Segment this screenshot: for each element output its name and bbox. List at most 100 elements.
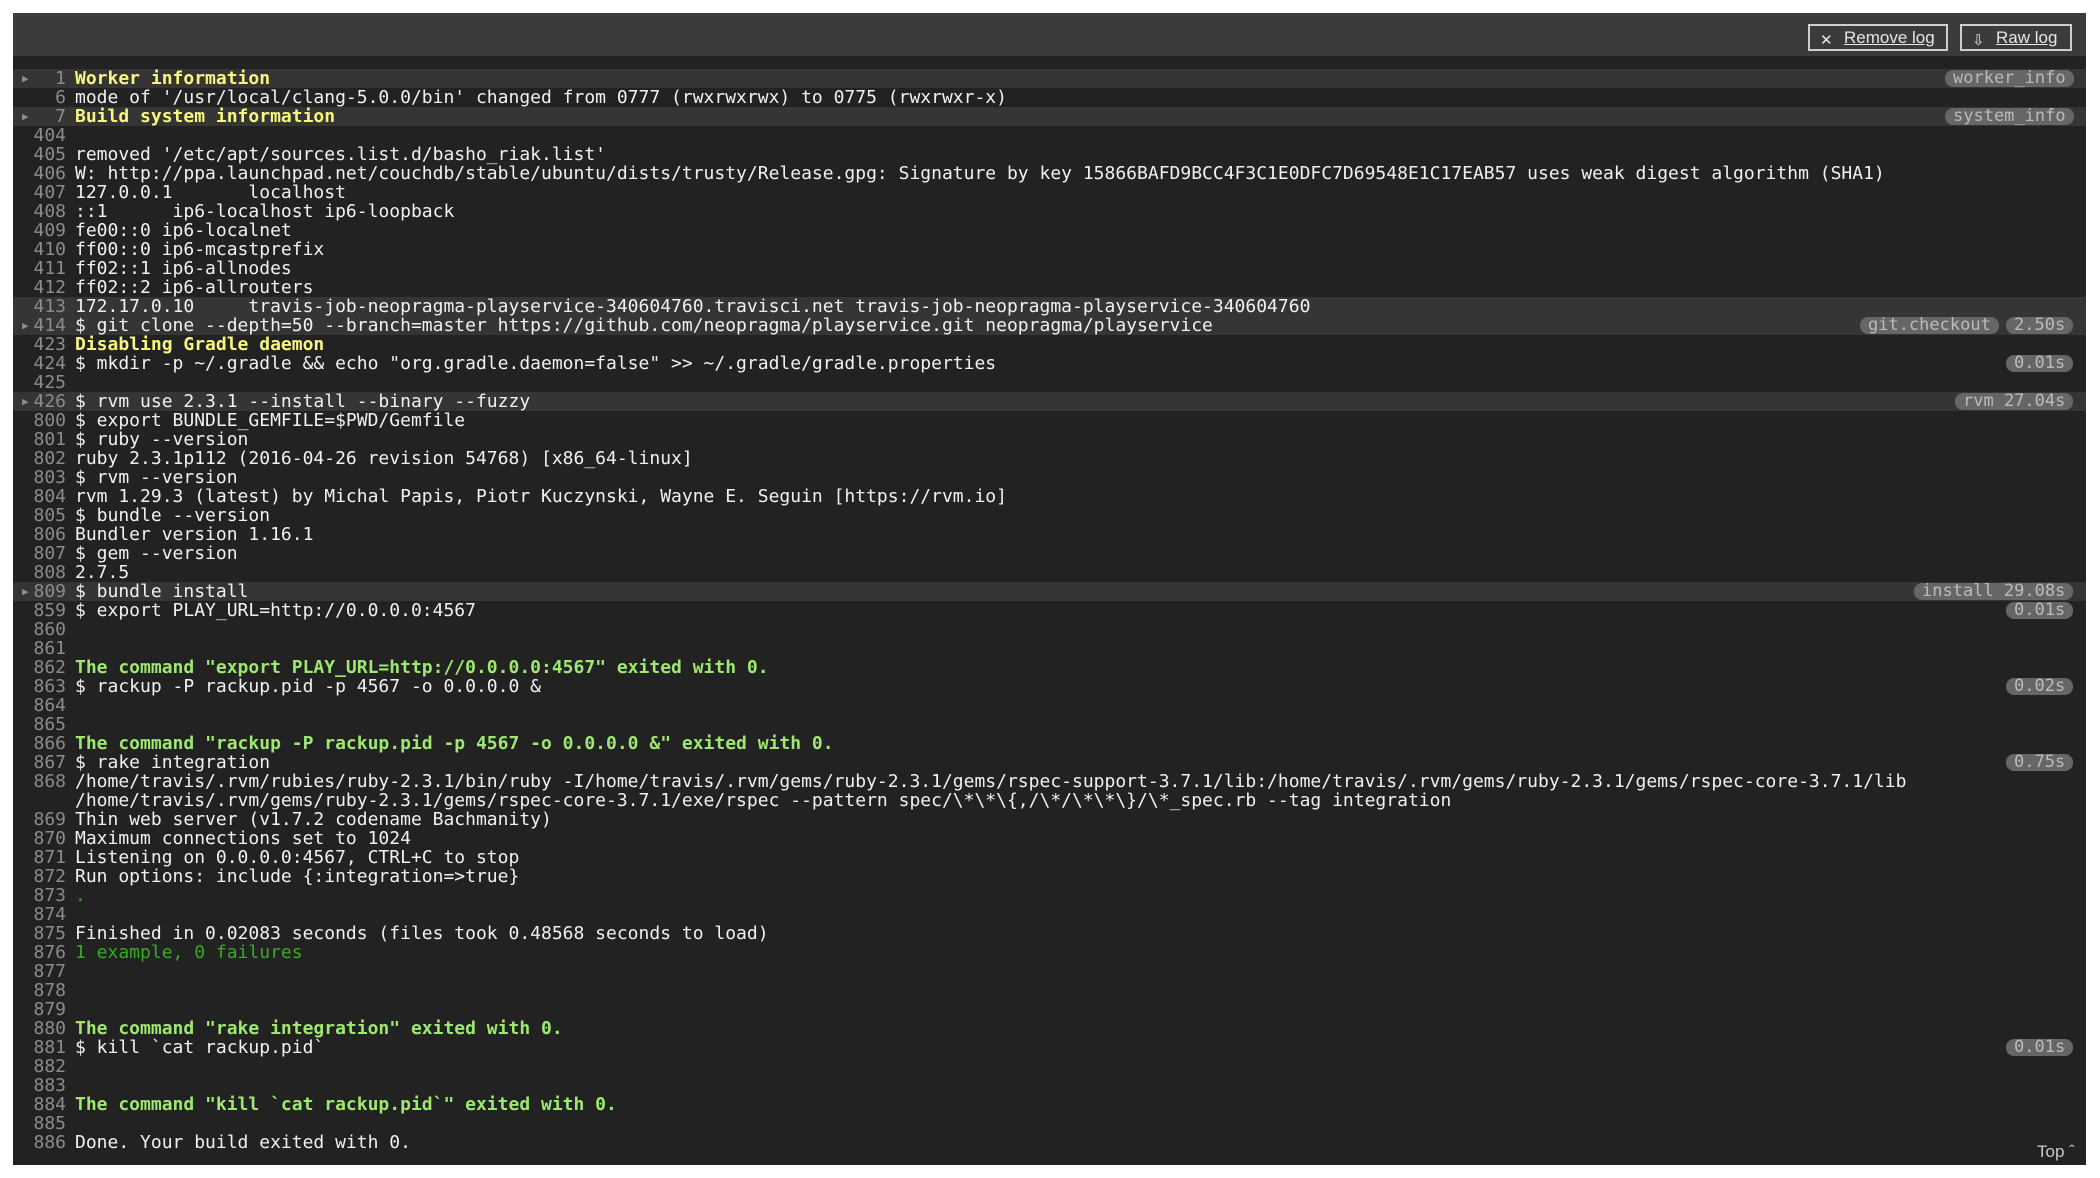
log-line[interactable]: 881 $ kill `cat rackup.pid` 0.01s: [13, 1038, 2086, 1057]
log-line[interactable]: 875 Finished in 0.02083 seconds (files to…: [13, 924, 2086, 943]
line-number[interactable]: 425: [13, 373, 66, 392]
line-number[interactable]: 871: [13, 848, 66, 867]
line-number[interactable]: 410: [13, 240, 66, 259]
log-line[interactable]: 882: [13, 1057, 2086, 1076]
line-number[interactable]: 809: [13, 582, 66, 601]
log-line[interactable]: 406 W: http://ppa.launchpad.net/couchdb/s…: [13, 164, 2086, 183]
line-number[interactable]: 878: [13, 981, 66, 1000]
line-number[interactable]: 879: [13, 1000, 66, 1019]
line-number[interactable]: 802: [13, 449, 66, 468]
line-number[interactable]: 864: [13, 696, 66, 715]
log-line[interactable]: 863 $ rackup -P rackup.pid -p 4567 -o 0.0…: [13, 677, 2086, 696]
line-number[interactable]: 424: [13, 354, 66, 373]
line-number[interactable]: 7: [13, 107, 66, 126]
log-line[interactable]: 801 $ ruby --version: [13, 430, 2086, 449]
log-line[interactable]: 804 rvm 1.29.3 (latest) by Michal Papis, …: [13, 487, 2086, 506]
log-line[interactable]: 800 $ export BUNDLE_GEMFILE=$PWD/Gemfile: [13, 411, 2086, 430]
log-line[interactable]: 879: [13, 1000, 2086, 1019]
log-line[interactable]: 886 Done. Your build exited with 0.: [13, 1133, 2086, 1152]
line-number[interactable]: 886: [13, 1133, 66, 1152]
log-line[interactable]: 425: [13, 373, 2086, 392]
line-number[interactable]: 884: [13, 1095, 66, 1114]
line-number[interactable]: 805: [13, 506, 66, 525]
log-line[interactable]: 873.: [13, 886, 2086, 905]
line-number[interactable]: 807: [13, 544, 66, 563]
line-number[interactable]: 873: [13, 886, 66, 905]
log-line[interactable]: 405 removed '/etc/apt/sources.list.d/bash…: [13, 145, 2086, 164]
line-number[interactable]: 877: [13, 962, 66, 981]
log-line[interactable]: 413 172.17.0.10 travis-job-neopragma-play…: [13, 297, 2086, 316]
line-number[interactable]: 867: [13, 753, 66, 772]
log-line[interactable]: 410 ff00::0 ip6-mcastprefix: [13, 240, 2086, 259]
log-line[interactable]: 6 mode of '/usr/local/clang-5.0.0/bin' ch…: [13, 88, 2086, 107]
line-number[interactable]: 413: [13, 297, 66, 316]
log-line[interactable]: 870 Maximum connections set to 1024: [13, 829, 2086, 848]
log-line[interactable]: 802 ruby 2.3.1p112 (2016-04-26 revision 5…: [13, 449, 2086, 468]
line-number[interactable]: 800: [13, 411, 66, 430]
line-number[interactable]: 863: [13, 677, 66, 696]
log-line[interactable]: 883: [13, 1076, 2086, 1095]
line-number[interactable]: 861: [13, 639, 66, 658]
line-number[interactable]: 408: [13, 202, 66, 221]
log-line[interactable]: 884 The command "kill `cat rackup.pid`" e…: [13, 1095, 2086, 1114]
log-line[interactable]: ▶ 1 Worker information worker_info: [13, 69, 2086, 88]
log-line[interactable]: 412 ff02::2 ip6-allrouters: [13, 278, 2086, 297]
line-number[interactable]: 876: [13, 943, 66, 962]
line-number[interactable]: 414: [13, 316, 66, 335]
line-number[interactable]: 870: [13, 829, 66, 848]
log-line[interactable]: ▶ 426 $ rvm use 2.3.1 --install --binary -…: [13, 392, 2086, 411]
log-line[interactable]: 861: [13, 639, 2086, 658]
log-line[interactable]: 409 fe00::0 ip6-localnet: [13, 221, 2086, 240]
log-line[interactable]: 865: [13, 715, 2086, 734]
line-number[interactable]: 808: [13, 563, 66, 582]
log-line[interactable]: 423 Disabling Gradle daemon: [13, 335, 2086, 354]
line-number[interactable]: 411: [13, 259, 66, 278]
log-line[interactable]: 408::1 ip6-localhost ip6-loopback: [13, 202, 2086, 221]
line-number[interactable]: 872: [13, 867, 66, 886]
line-number[interactable]: 426: [13, 392, 66, 411]
line-number[interactable]: 423: [13, 335, 66, 354]
line-number[interactable]: 874: [13, 905, 66, 924]
line-number[interactable]: 409: [13, 221, 66, 240]
line-number[interactable]: 859: [13, 601, 66, 620]
line-number[interactable]: 803: [13, 468, 66, 487]
line-number[interactable]: 804: [13, 487, 66, 506]
scroll-top-link[interactable]: Top ˆ: [2037, 1142, 2075, 1162]
line-number[interactable]: 865: [13, 715, 66, 734]
log-line[interactable]: 862 The command "export PLAY_URL=http://0…: [13, 658, 2086, 677]
log-line[interactable]: 872 Run options: include {:integration=>t…: [13, 867, 2086, 886]
line-number[interactable]: 881: [13, 1038, 66, 1057]
log-line[interactable]: 404: [13, 126, 2086, 145]
line-number[interactable]: 868: [13, 772, 66, 791]
raw-log-button[interactable]: ⇩ Raw log: [1960, 24, 2072, 51]
log-line[interactable]: 860: [13, 620, 2086, 639]
line-number[interactable]: 412: [13, 278, 66, 297]
log-line[interactable]: 876 1 example, 0 failures: [13, 943, 2086, 962]
log-line[interactable]: 874: [13, 905, 2086, 924]
line-number[interactable]: 801: [13, 430, 66, 449]
log-line[interactable]: 803 $ rvm --version: [13, 468, 2086, 487]
line-number[interactable]: 407: [13, 183, 66, 202]
line-number[interactable]: 405: [13, 145, 66, 164]
log-line[interactable]: 807 $ gem --version: [13, 544, 2086, 563]
log-line[interactable]: ▶ 809 $ bundle install install 29.08s: [13, 582, 2086, 601]
line-number[interactable]: 406: [13, 164, 66, 183]
log-line[interactable]: 868/home/travis/.rvm/rubies/ruby-2.3.1/b…: [13, 772, 2086, 810]
line-number[interactable]: 882: [13, 1057, 66, 1076]
line-number[interactable]: 869: [13, 810, 66, 829]
remove-log-button[interactable]: ✕ Remove log: [1808, 24, 1948, 51]
log-line[interactable]: 877: [13, 962, 2086, 981]
log-line[interactable]: 866 The command "rackup -P rackup.pid -p …: [13, 734, 2086, 753]
log-line[interactable]: 806 Bundler version 1.16.1: [13, 525, 2086, 544]
log-line[interactable]: 407 127.0.0.1 localhost: [13, 183, 2086, 202]
log-line[interactable]: 859 $ export PLAY_URL=http://0.0.0.0:4567…: [13, 601, 2086, 620]
log-line[interactable]: 880 The command "rake integration" exited…: [13, 1019, 2086, 1038]
line-number[interactable]: 885: [13, 1114, 66, 1133]
log-line[interactable]: 869 Thin web server (v1.7.2 codename Bach…: [13, 810, 2086, 829]
log-line[interactable]: 424 $ mkdir -p ~/.gradle && echo "org.gra…: [13, 354, 2086, 373]
log-line[interactable]: ▶ 414 $ git clone --depth=50 --branch=mast…: [13, 316, 2086, 335]
line-number[interactable]: 880: [13, 1019, 66, 1038]
line-number[interactable]: 806: [13, 525, 66, 544]
line-number[interactable]: 875: [13, 924, 66, 943]
log-line[interactable]: 871 Listening on 0.0.0.0:4567, CTRL+C to …: [13, 848, 2086, 867]
